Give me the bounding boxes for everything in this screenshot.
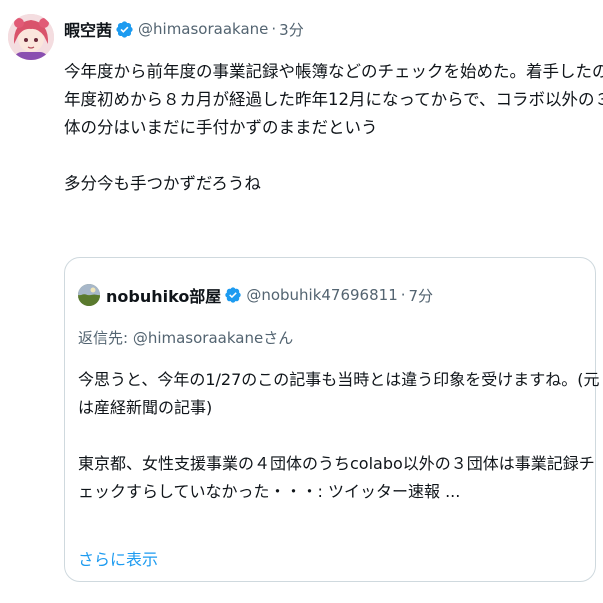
quoted-avatar-image xyxy=(78,284,100,306)
quoted-text-line: 今思うと、今年の1/27のこの記事も当時とは違う印象を受けますね。(元 xyxy=(78,370,600,389)
tweet-text-line: 今年度から前年度の事業記録や帳簿などのチェックを始めた。着手したのは xyxy=(64,62,603,81)
separator-dot: · xyxy=(271,20,277,38)
tweet-header: 暇空茜 @himasoraakane · 3分 xyxy=(64,17,304,41)
tweet-text-line: 多分今も手つかずだろうね xyxy=(64,174,261,193)
quoted-display-name[interactable]: nobuhiko部屋 xyxy=(106,283,221,307)
tweet-text-line: 年度初めから８カ月が経過した昨年12月になってからで、コラボ以外の３団 xyxy=(64,90,603,109)
quoted-avatar[interactable] xyxy=(78,284,100,306)
quoted-text-line: ェックすらしていなかった・・・: ツイッター速報 ... xyxy=(78,482,461,501)
quoted-text-line: は産経新聞の記事) xyxy=(78,398,213,417)
avatar-image xyxy=(8,14,54,60)
reply-to-label: 返信先: @himasoraakaneさん xyxy=(78,329,294,347)
verified-badge-icon xyxy=(224,286,242,304)
display-name[interactable]: 暇空茜 xyxy=(64,17,112,41)
quoted-tweet[interactable]: nobuhiko部屋 @nobuhik47696811 · 7分 返信先: @h… xyxy=(64,257,600,582)
separator-dot: · xyxy=(400,286,406,304)
quoted-handle[interactable]: @nobuhik47696811 xyxy=(246,286,397,304)
handle[interactable]: @himasoraakane xyxy=(138,20,268,38)
quoted-tweet-text: 今思うと、今年の1/27のこの記事も当時とは違う印象を受けますね。(元 は産経新… xyxy=(78,366,600,506)
timestamp[interactable]: 3分 xyxy=(279,19,304,40)
quoted-tweet-header: nobuhiko部屋 @nobuhik47696811 · 7分 xyxy=(78,283,433,307)
show-more-link[interactable]: さらに表示 xyxy=(78,546,158,570)
quoted-timestamp[interactable]: 7分 xyxy=(409,285,434,306)
verified-badge-icon xyxy=(115,20,134,39)
tweet[interactable]: 暇空茜 @himasoraakane · 3分 今年度から前年度の事業記録や帳簿… xyxy=(0,0,603,603)
quoted-text-line: 東京都、女性支援事業の４団体のうちcolabo以外の３団体は事業記録チ xyxy=(78,454,595,473)
tweet-text: 今年度から前年度の事業記録や帳簿などのチェックを始めた。着手したのは 年度初めか… xyxy=(64,58,603,198)
avatar[interactable] xyxy=(8,14,54,60)
tweet-text-line: 体の分はいまだに手付かずのままだという xyxy=(64,118,378,137)
